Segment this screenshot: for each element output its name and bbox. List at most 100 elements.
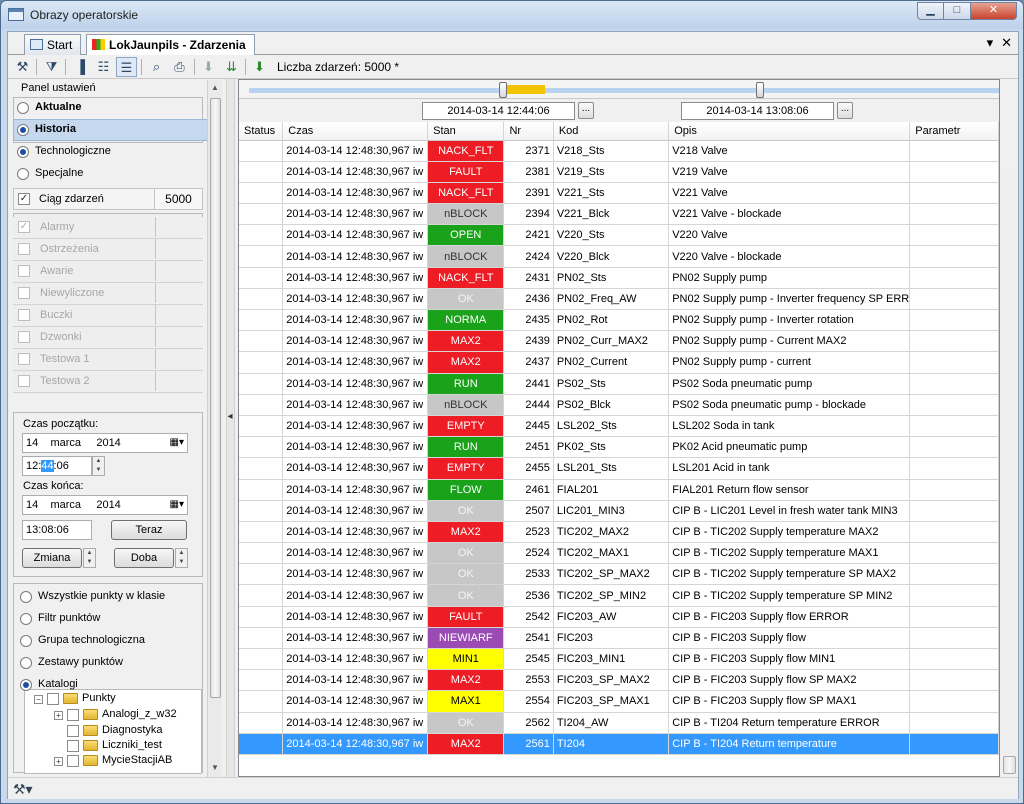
filter-checkbox[interactable] bbox=[18, 265, 30, 277]
change-spinner[interactable]: ▲ ▼ bbox=[83, 548, 96, 568]
column-header[interactable]: Kod bbox=[553, 122, 670, 141]
collapse-panel-icon[interactable]: ◂ bbox=[225, 367, 235, 467]
table-row[interactable]: 2014-03-14 12:48:30,967 iw NACK_FLT 2431 PN… bbox=[239, 267, 999, 289]
column-header[interactable]: Opis bbox=[668, 122, 911, 141]
filter-checkbox[interactable] bbox=[18, 375, 30, 387]
column-header[interactable]: Status bbox=[239, 122, 284, 141]
panel-scroll-thumb[interactable] bbox=[210, 98, 221, 698]
tab-events[interactable]: LokJaunpils - Zdarzenia bbox=[86, 34, 255, 56]
end-time-input[interactable]: 13:08:06 bbox=[22, 520, 92, 540]
table-row[interactable]: 2014-03-14 12:48:30,967 iw FLOW 2461 FIAL20… bbox=[239, 479, 999, 501]
range-from-picker-button[interactable]: ... bbox=[578, 102, 594, 119]
print-preview-icon[interactable]: ⌕ bbox=[146, 57, 167, 77]
table-row[interactable]: 2014-03-14 12:48:30,967 iw MAX2 2439 PN02_C… bbox=[239, 330, 999, 353]
status-tools-icon[interactable]: ⚒▾ bbox=[13, 781, 33, 798]
table-row[interactable]: 2014-03-14 12:48:30,967 iw OK 2536 TIC202_S… bbox=[239, 584, 999, 607]
end-date-picker[interactable]: 14 marca 2014 ▦▾ bbox=[22, 495, 188, 515]
filter-checkbox[interactable] bbox=[18, 353, 30, 365]
range-from-input[interactable]: 2014-03-14 12:44:06 bbox=[422, 102, 575, 120]
table-scrollbar[interactable] bbox=[1001, 168, 1018, 777]
tree-checkbox[interactable] bbox=[47, 693, 59, 705]
column-header[interactable]: Parametr bbox=[909, 122, 999, 141]
sequence-checkbox[interactable]: ✓ bbox=[18, 193, 30, 205]
day-spinner[interactable]: ▲ ▼ bbox=[175, 548, 188, 568]
download-all-icon[interactable]: ⇊ bbox=[221, 57, 242, 77]
close-window-button[interactable]: ✕ bbox=[971, 2, 1017, 20]
range-to-picker-button[interactable]: ... bbox=[837, 102, 853, 119]
table-row[interactable]: 2014-03-14 12:48:30,967 iw FAULT 2381 V219_… bbox=[239, 161, 999, 183]
document-icon[interactable]: ☷ bbox=[93, 57, 114, 77]
table-row[interactable]: 2014-03-14 12:48:30,967 iw MAX2 2523 TIC202… bbox=[239, 521, 999, 544]
tree-checkbox[interactable] bbox=[67, 740, 79, 752]
column-header[interactable]: Czas bbox=[282, 122, 429, 141]
tree-collapse-icon[interactable]: − bbox=[34, 695, 43, 704]
table-row[interactable]: 2014-03-14 12:48:30,967 iw NACK_FLT 2391 V2… bbox=[239, 182, 999, 205]
type-tech-radio[interactable] bbox=[17, 146, 29, 158]
tree-expand-icon[interactable]: + bbox=[54, 711, 63, 720]
table-row[interactable]: 2014-03-14 12:48:30,967 iw MAX2 2437 PN02_C… bbox=[239, 351, 999, 374]
panel-scrollbar[interactable]: ▲ ▼ bbox=[207, 80, 222, 777]
tab-start[interactable]: Start bbox=[24, 34, 82, 55]
table-row[interactable]: 2014-03-14 12:48:30,967 iw OK 2524 TIC202_M… bbox=[239, 542, 999, 565]
table-row[interactable]: 2014-03-14 12:48:30,967 iw EMPTY 2455 LSL20… bbox=[239, 457, 999, 480]
filter-checkbox[interactable] bbox=[18, 243, 30, 255]
table-row[interactable]: 2014-03-14 12:48:30,967 iw NORMA 2435 PN02_… bbox=[239, 309, 999, 332]
table-row[interactable]: 2014-03-14 12:48:30,967 iw nBLOCK 2394 V221… bbox=[239, 203, 999, 226]
range-to-input[interactable]: 2014-03-14 13:08:06 bbox=[681, 102, 834, 120]
table-row[interactable]: 2014-03-14 12:48:30,967 iw OK 2507 LIC201_M… bbox=[239, 500, 999, 522]
timeline-track[interactable] bbox=[249, 88, 999, 93]
timeline-selection[interactable] bbox=[505, 85, 545, 94]
title-bar[interactable]: Obrazy operatorskie ▁ □ ✕ bbox=[1, 1, 1023, 29]
tree-node-punkty[interactable]: Punkty bbox=[82, 691, 116, 706]
calendar-dropdown-icon[interactable]: ▦▾ bbox=[170, 434, 184, 452]
table-row[interactable]: 2014-03-14 12:48:30,967 iw OPEN 2421 V220_S… bbox=[239, 224, 999, 247]
scope-radio[interactable] bbox=[20, 679, 32, 691]
scope-radio[interactable] bbox=[20, 591, 32, 603]
start-date-picker[interactable]: 14 marca 2014 ▦▾ bbox=[22, 433, 188, 453]
tree-node-diagnostyka[interactable]: Diagnostyka bbox=[102, 723, 163, 738]
download-disabled-icon[interactable]: ⬇ bbox=[198, 57, 219, 77]
table-row[interactable]: 2014-03-14 12:48:30,967 iw MAX2 2553 FIC203… bbox=[239, 669, 999, 692]
minimize-button[interactable]: ▁ bbox=[917, 2, 944, 20]
tree-node-mycie[interactable]: MycieStacjiAB bbox=[102, 753, 172, 768]
table-row[interactable]: 2014-03-14 12:48:30,967 iw MIN1 2545 FIC203… bbox=[239, 648, 999, 671]
day-button[interactable]: Doba bbox=[114, 548, 174, 568]
table-scroll-thumb[interactable] bbox=[1003, 756, 1016, 774]
tree-checkbox[interactable] bbox=[67, 709, 79, 721]
table-row[interactable]: 2014-03-14 12:48:30,967 iw NACK_FLT 2371 V2… bbox=[239, 140, 999, 162]
tree-checkbox[interactable] bbox=[67, 725, 79, 737]
table-row[interactable]: 2014-03-14 12:48:30,967 iw EMPTY 2445 LSL20… bbox=[239, 415, 999, 438]
start-time-spinner[interactable]: ▲ ▼ bbox=[92, 456, 105, 476]
filter-checkbox[interactable]: ✓ bbox=[18, 221, 30, 233]
type-special-radio[interactable] bbox=[17, 168, 29, 180]
tree-checkbox[interactable] bbox=[67, 755, 79, 767]
table-row[interactable]: 2014-03-14 12:48:30,967 iw MAX1 2554 FIC203… bbox=[239, 690, 999, 713]
table-row[interactable]: 2014-03-14 12:48:30,967 iw FAULT 2542 FIC20… bbox=[239, 606, 999, 628]
calendar-dropdown-icon[interactable]: ▦▾ bbox=[170, 496, 184, 514]
scope-radio[interactable] bbox=[20, 657, 32, 669]
table-row[interactable]: 2014-03-14 12:48:30,967 iw OK 2562 TI204_AW… bbox=[239, 712, 999, 734]
save-down-icon[interactable]: ⬇ bbox=[249, 57, 270, 77]
now-button[interactable]: Teraz bbox=[111, 520, 187, 540]
table-row[interactable]: 2014-03-14 12:48:30,967 iw OK 2533 TIC202_S… bbox=[239, 563, 999, 586]
filter-icon[interactable]: ⧩ bbox=[41, 57, 62, 77]
table-row[interactable]: 2014-03-14 12:48:30,967 iw nBLOCK 2444 PS02… bbox=[239, 394, 999, 416]
filter-checkbox[interactable] bbox=[18, 287, 30, 299]
mode-history-radio[interactable] bbox=[17, 124, 29, 136]
table-row[interactable]: 2014-03-14 12:48:30,967 iw NIEWIARF 2541 FI… bbox=[239, 627, 999, 650]
timeline-start-handle[interactable] bbox=[499, 82, 507, 98]
mode-current-radio[interactable] bbox=[17, 102, 29, 114]
list-view-icon[interactable]: ☰ bbox=[116, 57, 137, 77]
table-row[interactable]: 2014-03-14 12:48:30,967 iw RUN 2441 PS02_St… bbox=[239, 373, 999, 395]
column-header[interactable]: Stan bbox=[427, 122, 505, 141]
tree-expand-icon[interactable]: + bbox=[54, 757, 63, 766]
maximize-button[interactable]: □ bbox=[944, 2, 971, 20]
tools-icon[interactable]: ⚒ bbox=[12, 57, 33, 77]
tab-list-dropdown-icon[interactable]: ▾ bbox=[987, 35, 994, 51]
table-row[interactable]: 2014-03-14 12:48:30,967 iw MAX2 2561 TI204 C… bbox=[239, 733, 999, 755]
timeline-end-handle[interactable] bbox=[756, 82, 764, 98]
print-icon[interactable]: ⎙ bbox=[169, 57, 190, 77]
scope-radio[interactable] bbox=[20, 635, 32, 647]
column-header[interactable]: Nr bbox=[503, 122, 554, 141]
tree-node-liczniki[interactable]: Liczniki_test bbox=[102, 738, 162, 753]
